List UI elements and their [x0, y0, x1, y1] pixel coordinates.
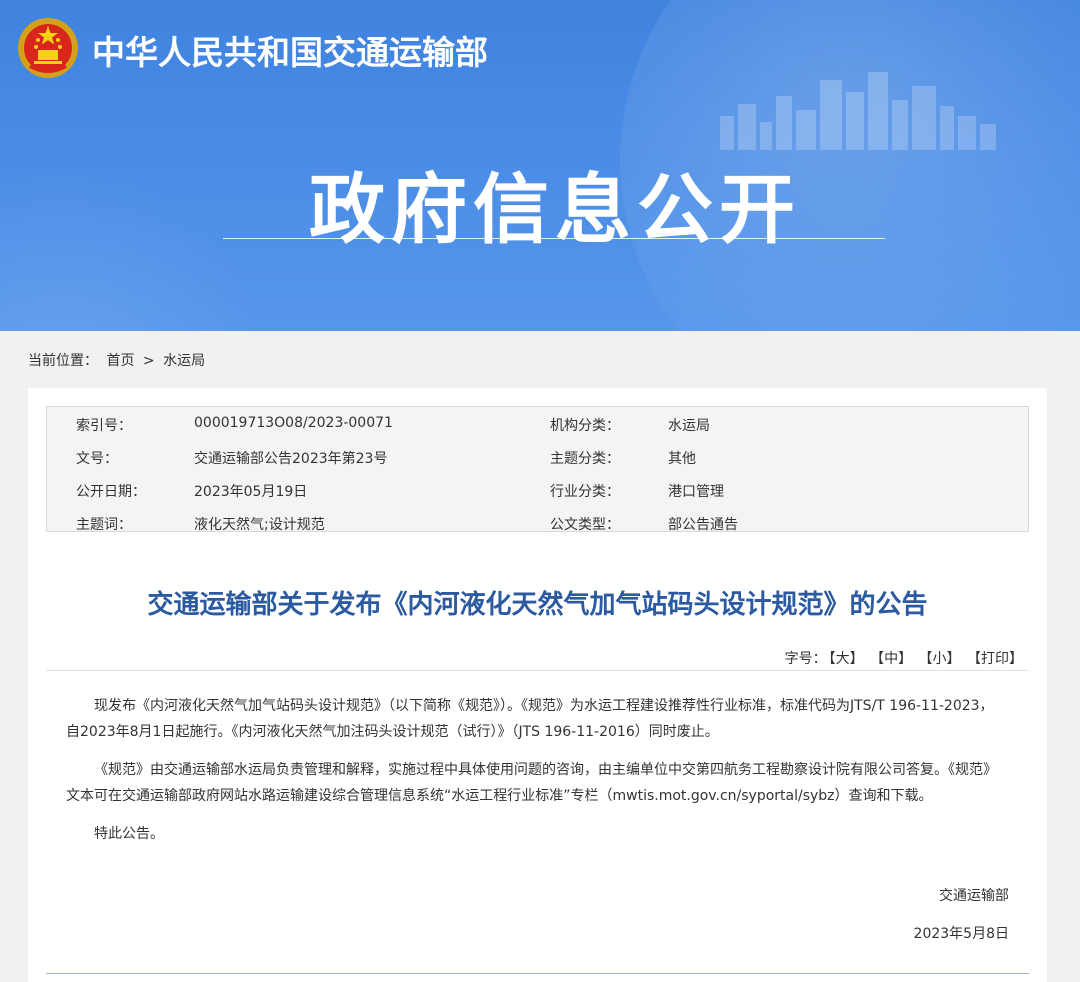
print-button[interactable]: 【打印】: [967, 651, 1023, 667]
metadata-value: 交通运输部公告2023年第23号: [194, 451, 388, 467]
article-paragraph: 《规范》由交通运输部水运局负责管理和解释，实施过程中具体使用问题的咨询，由主编单…: [66, 762, 990, 804]
metadata-row: 主题词： 液化天然气;设计规范 公文类型： 部公告通告: [47, 506, 1028, 539]
metadata-label: 文号：: [76, 451, 118, 467]
metadata-value: 水运局: [668, 418, 710, 434]
metadata-label: 机构分类：: [550, 418, 620, 434]
article-title: 交通运输部关于发布《内河液化天然气加气站码头设计规范》的公告: [147, 590, 928, 620]
article-signature: 交通运输部: [939, 888, 1009, 904]
metadata-label: 行业分类：: [550, 484, 620, 500]
national-emblem-icon: [18, 18, 78, 78]
breadcrumb-home-link[interactable]: 首页: [106, 353, 134, 369]
article-card: 索引号： 000019713O08/2023-00071 机构分类： 水运局 文…: [28, 388, 1047, 982]
breadcrumb-separator: >: [142, 353, 155, 369]
ministry-name: 中华人民共和国交通运输部: [92, 33, 488, 72]
article-date: 2023年5月8日: [913, 926, 1009, 942]
metadata-row: 公开日期： 2023年05月19日 行业分类： 港口管理: [47, 473, 1028, 506]
metadata-label: 公文类型：: [550, 517, 620, 533]
metadata-label: 主题词：: [76, 517, 132, 533]
article-body: 现发布《内河液化天然气加气站码头设计规范》（以下简称《规范》）。《规范》为水运工…: [66, 693, 996, 859]
breadcrumb: 当前位置： 首页 > 水运局: [28, 350, 209, 370]
metadata-label: 主题分类：: [550, 451, 620, 467]
font-size-medium-button[interactable]: 【中】: [870, 651, 912, 667]
article-toolbar: 字号： 【大】 【中】 【小】 【打印】: [783, 648, 1023, 668]
header-banner: 中华人民共和国交通运输部 政府信息公开: [0, 0, 1080, 331]
metadata-row: 索引号： 000019713O08/2023-00071 机构分类： 水运局: [47, 407, 1028, 440]
city-skyline-illustration: [720, 72, 996, 150]
article-paragraph: 现发布《内河液化天然气加气站码头设计规范》（以下简称《规范》）。《规范》为水运工…: [66, 698, 994, 740]
metadata-label: 索引号：: [76, 418, 132, 434]
breadcrumb-current-link[interactable]: 水运局: [163, 353, 205, 369]
banner-title: 政府信息公开: [309, 165, 801, 254]
metadata-row: 文号： 交通运输部公告2023年第23号 主题分类： 其他: [47, 440, 1028, 473]
metadata-label: 公开日期：: [76, 484, 146, 500]
metadata-value: 000019713O08/2023-00071: [194, 415, 393, 431]
metadata-value: 2023年05月19日: [194, 484, 308, 500]
metadata-value: 其他: [668, 451, 696, 467]
document-metadata-table: 索引号： 000019713O08/2023-00071 机构分类： 水运局 文…: [46, 406, 1029, 533]
breadcrumb-label: 当前位置：: [28, 353, 98, 369]
font-size-label: 字号：: [784, 651, 827, 667]
article-bottom-divider: [46, 973, 1029, 974]
toolbar-divider: [46, 670, 1029, 671]
metadata-value: 液化天然气;设计规范: [194, 517, 325, 533]
metadata-value: 部公告通告: [668, 517, 738, 533]
metadata-value: 港口管理: [668, 484, 724, 500]
font-size-large-button[interactable]: 【大】: [829, 651, 864, 667]
banner-divider: [223, 238, 885, 239]
font-size-small-button[interactable]: 【小】: [919, 651, 961, 667]
article-paragraph: 特此公告。: [94, 826, 164, 842]
